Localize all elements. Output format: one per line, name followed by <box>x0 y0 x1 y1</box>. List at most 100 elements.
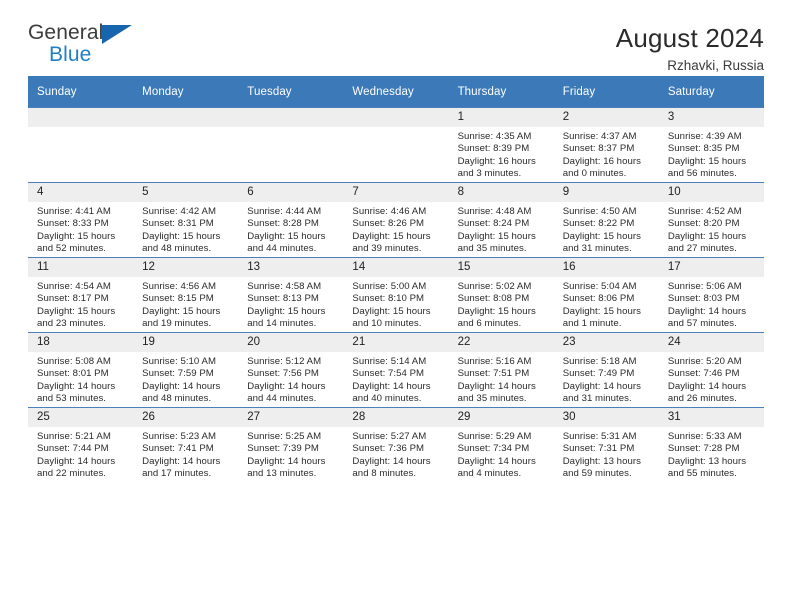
daylight-duration-line2: and 6 minutes. <box>457 318 522 330</box>
day-details: Sunrise: 5:04 AM Sunset: 8:06 PM Daylight:… <box>554 277 659 331</box>
day-details: Sunrise: 5:25 AM Sunset: 7:39 PM Daylight:… <box>238 427 343 481</box>
day-details: Sunrise: 5:20 AM Sunset: 7:46 PM Daylight:… <box>659 352 764 406</box>
day-cell[interactable]: 2 Sunrise: 4:37 AM Sunset: 8:37 PM Daylight… <box>553 107 659 183</box>
day-number: 30 <box>553 408 659 427</box>
daylight-duration-line1: Daylight: 15 hours <box>37 230 116 242</box>
daylight-duration-line2: and 48 minutes. <box>142 243 212 255</box>
day-details: Sunrise: 4:50 AM Sunset: 8:22 PM Daylight:… <box>554 202 659 256</box>
sunset-time: Sunset: 7:46 PM <box>667 368 740 380</box>
sunrise-time: Sunrise: 5:02 AM <box>457 281 532 292</box>
day-details: Sunrise: 5:12 AM Sunset: 7:56 PM Daylight:… <box>238 352 343 406</box>
sunrise-time: Sunrise: 4:48 AM <box>457 206 532 217</box>
sunrise-time: Sunrise: 5:08 AM <box>37 356 111 367</box>
day-details: Sunrise: 5:18 AM Sunset: 7:49 PM Daylight:… <box>554 352 659 406</box>
day-number: 16 <box>553 258 659 277</box>
sunset-time: Sunset: 7:54 PM <box>352 368 425 380</box>
day-cell[interactable]: 17 Sunrise: 5:06 AM Sunset: 8:03 PM Dayligh… <box>658 257 764 333</box>
daylight-duration-line2: and 19 minutes. <box>142 318 212 330</box>
day-details: Sunrise: 5:21 AM Sunset: 7:44 PM Daylight:… <box>28 427 133 481</box>
brand-name-general: General <box>28 21 104 44</box>
day-cell[interactable]: 30 Sunrise: 5:31 AM Sunset: 7:31 PM Dayligh… <box>553 407 659 482</box>
daylight-duration-line2: and 44 minutes. <box>247 393 317 405</box>
day-cell[interactable]: 18 Sunrise: 5:08 AM Sunset: 8:01 PM Dayligh… <box>28 332 134 408</box>
day-cell[interactable]: 12 Sunrise: 4:56 AM Sunset: 8:15 PM Dayligh… <box>133 257 239 333</box>
day-number: 5 <box>133 183 239 202</box>
daylight-duration-line1: Daylight: 14 hours <box>142 380 221 392</box>
day-cell[interactable]: 1 Sunrise: 4:35 AM Sunset: 8:39 PM Daylight… <box>448 107 554 183</box>
day-cell[interactable]: 15 Sunrise: 5:02 AM Sunset: 8:08 PM Dayligh… <box>448 257 554 333</box>
daylight-duration-line1: Daylight: 15 hours <box>142 230 221 242</box>
sunrise-sunset-calendar: Sunday Monday Tuesday Wednesday Thursday Frid… <box>28 76 764 482</box>
day-number: 2 <box>553 108 659 127</box>
day-cell[interactable]: 20 Sunrise: 5:12 AM Sunset: 7:56 PM Dayligh… <box>238 332 344 408</box>
day-details: Sunrise: 4:56 AM Sunset: 8:15 PM Daylight:… <box>133 277 238 331</box>
triangle-icon <box>102 25 132 44</box>
day-cell[interactable]: 6 Sunrise: 4:44 AM Sunset: 8:28 PM Daylight… <box>238 182 344 258</box>
day-cell[interactable]: 28 Sunrise: 5:27 AM Sunset: 7:36 PM Dayligh… <box>343 407 449 482</box>
day-cell[interactable]: 27 Sunrise: 5:25 AM Sunset: 7:39 PM Dayligh… <box>238 407 344 482</box>
day-cell[interactable]: 3 Sunrise: 4:39 AM Sunset: 8:35 PM Daylight… <box>658 107 764 183</box>
sunrise-time: Sunrise: 5:00 AM <box>352 281 427 292</box>
day-cell[interactable]: 14 Sunrise: 5:00 AM Sunset: 8:10 PM Dayligh… <box>343 257 449 333</box>
weekday-header-friday: Friday <box>553 76 659 108</box>
day-cell[interactable]: 22 Sunrise: 5:16 AM Sunset: 7:51 PM Dayligh… <box>448 332 554 408</box>
daylight-duration-line2: and 23 minutes. <box>37 318 107 330</box>
day-number: 19 <box>133 333 239 352</box>
sunrise-time: Sunrise: 5:29 AM <box>457 431 532 442</box>
day-cell[interactable]: 13 Sunrise: 4:58 AM Sunset: 8:13 PM Dayligh… <box>238 257 344 333</box>
day-number: 25 <box>28 408 134 427</box>
sunset-time: Sunset: 8:20 PM <box>667 218 740 230</box>
daylight-duration-line2: and 17 minutes. <box>142 468 212 480</box>
sunrise-time: Sunrise: 5:18 AM <box>562 356 637 367</box>
day-cell-empty <box>238 107 344 183</box>
day-details: Sunrise: 5:10 AM Sunset: 7:59 PM Daylight:… <box>133 352 238 406</box>
sunrise-time: Sunrise: 5:27 AM <box>352 431 427 442</box>
sunset-time: Sunset: 8:15 PM <box>142 293 214 305</box>
daylight-duration-line1: Daylight: 14 hours <box>247 380 326 392</box>
day-number: 9 <box>553 183 659 202</box>
day-cell[interactable]: 25 Sunrise: 5:21 AM Sunset: 7:44 PM Dayligh… <box>28 407 134 482</box>
day-cell[interactable]: 7 Sunrise: 4:46 AM Sunset: 8:26 PM Daylight… <box>343 182 449 258</box>
day-cell[interactable]: 11 Sunrise: 4:54 AM Sunset: 8:17 PM Dayligh… <box>28 257 134 333</box>
day-cell[interactable]: 29 Sunrise: 5:29 AM Sunset: 7:34 PM Dayligh… <box>448 407 554 482</box>
day-cell[interactable]: 23 Sunrise: 5:18 AM Sunset: 7:49 PM Dayligh… <box>553 332 659 408</box>
daylight-duration-line2: and 8 minutes. <box>352 468 417 480</box>
sunrise-time: Sunrise: 5:23 AM <box>142 431 216 442</box>
daylight-duration-line2: and 13 minutes. <box>247 468 317 480</box>
day-cell[interactable]: 19 Sunrise: 5:10 AM Sunset: 7:59 PM Dayligh… <box>133 332 239 408</box>
day-cell[interactable]: 9 Sunrise: 4:50 AM Sunset: 8:22 PM Daylight… <box>553 182 659 258</box>
day-details: Sunrise: 4:39 AM Sunset: 8:35 PM Daylight:… <box>659 127 764 181</box>
sunset-time: Sunset: 8:03 PM <box>667 293 740 305</box>
day-cell[interactable]: 8 Sunrise: 4:48 AM Sunset: 8:24 PM Daylight… <box>448 182 554 258</box>
sunset-time: Sunset: 7:36 PM <box>352 443 425 455</box>
day-cell[interactable]: 5 Sunrise: 4:42 AM Sunset: 8:31 PM Daylight… <box>133 182 239 258</box>
sunset-time: Sunset: 8:24 PM <box>457 218 530 230</box>
daylight-duration-line1: Daylight: 15 hours <box>352 305 431 317</box>
day-number: 26 <box>133 408 239 427</box>
day-details: Sunrise: 5:14 AM Sunset: 7:54 PM Daylight:… <box>343 352 448 406</box>
day-number: 1 <box>448 108 554 127</box>
day-cell[interactable]: 4 Sunrise: 4:41 AM Sunset: 8:33 PM Daylight… <box>28 182 134 258</box>
day-details: Sunrise: 4:48 AM Sunset: 8:24 PM Daylight:… <box>449 202 554 256</box>
day-details: Sunrise: 5:08 AM Sunset: 8:01 PM Daylight:… <box>28 352 133 406</box>
weekday-header-thursday: Thursday <box>448 76 554 108</box>
day-number: 11 <box>28 258 134 277</box>
day-cell[interactable]: 21 Sunrise: 5:14 AM Sunset: 7:54 PM Dayligh… <box>343 332 449 408</box>
day-cell[interactable]: 10 Sunrise: 4:52 AM Sunset: 8:20 PM Dayligh… <box>658 182 764 258</box>
day-number: 28 <box>343 408 449 427</box>
weekday-header-saturday: Saturday <box>658 76 764 108</box>
brand-logo[interactable]: General Blue <box>28 22 144 68</box>
day-cell[interactable]: 16 Sunrise: 5:04 AM Sunset: 8:06 PM Dayligh… <box>553 257 659 333</box>
day-cell[interactable]: 24 Sunrise: 5:20 AM Sunset: 7:46 PM Dayligh… <box>658 332 764 408</box>
day-number: 22 <box>448 333 554 352</box>
daylight-duration-line1: Daylight: 15 hours <box>247 305 326 317</box>
daylight-duration-line2: and 52 minutes. <box>37 243 107 255</box>
daylight-duration-line2: and 3 minutes. <box>457 168 522 180</box>
day-number: 24 <box>658 333 764 352</box>
day-details: Sunrise: 4:44 AM Sunset: 8:28 PM Daylight:… <box>238 202 343 256</box>
day-cell[interactable]: 26 Sunrise: 5:23 AM Sunset: 7:41 PM Dayligh… <box>133 407 239 482</box>
day-cell[interactable]: 31 Sunrise: 5:33 AM Sunset: 7:28 PM Dayligh… <box>658 407 764 482</box>
sunrise-time: Sunrise: 5:33 AM <box>667 431 742 442</box>
day-number: 17 <box>658 258 764 277</box>
daylight-duration-line1: Daylight: 14 hours <box>37 380 116 392</box>
